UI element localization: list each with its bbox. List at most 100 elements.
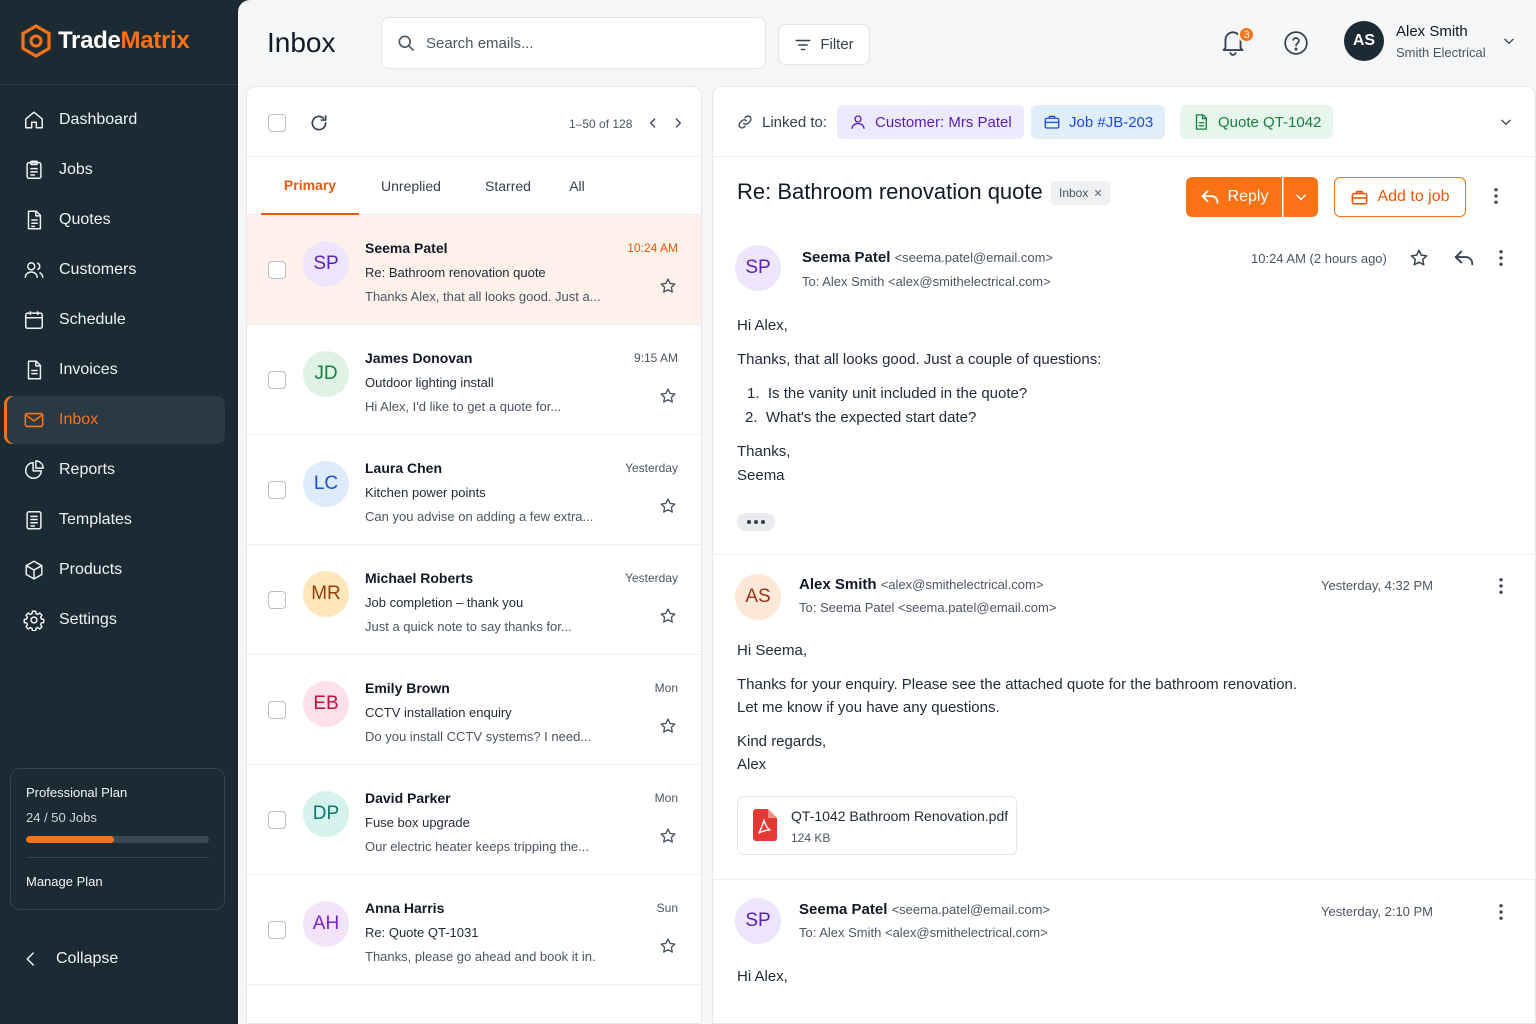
star-button[interactable]: [659, 937, 677, 955]
more-vertical-icon[interactable]: [1486, 186, 1506, 206]
filter-button[interactable]: Filter: [778, 24, 870, 65]
message-signoff: Kind regards,: [737, 733, 827, 750]
chip-label: Job #JB-203: [1069, 113, 1154, 131]
reply-message-button[interactable]: [1453, 248, 1475, 268]
tab-primary[interactable]: Primary: [261, 157, 359, 215]
row-checkbox[interactable]: [268, 481, 286, 499]
star-button[interactable]: [659, 717, 677, 735]
star-icon: [660, 718, 676, 733]
briefcase-icon: [1044, 115, 1060, 129]
sidebar-item-inbox[interactable]: Inbox: [4, 396, 225, 444]
email-list-item[interactable]: MR Michael Roberts Job completion – thank …: [247, 545, 701, 655]
star-button[interactable]: [1409, 248, 1429, 268]
collapse-button[interactable]: Collapse: [22, 950, 118, 968]
collapse-label: Collapse: [56, 950, 119, 967]
message-more-button[interactable]: [1491, 902, 1511, 922]
email-list-item[interactable]: JD James Donovan Outdoor lighting install H…: [247, 325, 701, 435]
message-time: Yesterday, 2:10 PM: [1321, 904, 1434, 919]
tab-starred[interactable]: Starred: [475, 157, 541, 215]
sidebar-item-schedule[interactable]: Schedule: [4, 296, 225, 344]
quote-chip[interactable]: Quote QT-1042: [1180, 105, 1334, 139]
star-button[interactable]: [659, 387, 677, 405]
row-checkbox[interactable]: [268, 591, 286, 609]
row-checkbox[interactable]: [268, 921, 286, 939]
sidebar-item-quotes[interactable]: Quotes: [4, 196, 225, 244]
sidebar-item-templates[interactable]: Templates: [4, 496, 225, 544]
more-vertical-icon: [1499, 904, 1503, 920]
row-checkbox[interactable]: [268, 701, 286, 719]
search-input[interactable]: [426, 34, 746, 52]
email-list-item[interactable]: AH Anna Harris Re: Quote QT-1031 Thanks, pl…: [247, 875, 701, 985]
select-all-checkbox[interactable]: [268, 114, 286, 132]
add-to-job-button[interactable]: Add to job: [1334, 177, 1466, 217]
row-checkbox[interactable]: [268, 811, 286, 829]
sidebar-item-dashboard[interactable]: Dashboard: [4, 96, 225, 144]
avatar: AS: [1344, 21, 1384, 61]
sidebar-item-settings[interactable]: Settings: [4, 596, 225, 644]
reply-label: Reply: [1227, 188, 1269, 205]
email-list-item[interactable]: DP David Parker Fuse box upgrade Our electr…: [247, 765, 701, 875]
message-signature: Seema: [737, 467, 785, 484]
email-time: Yesterday: [625, 571, 678, 585]
job-chip[interactable]: Job #JB-203: [1031, 105, 1166, 139]
notification-badge: 3: [1238, 26, 1255, 43]
show-trimmed-content-button[interactable]: [737, 513, 775, 531]
tab-unreplied[interactable]: Unreplied: [371, 157, 451, 215]
help-button[interactable]: [1283, 30, 1309, 56]
sender-name: Alex Smith: [799, 576, 877, 593]
avatar: EB: [303, 681, 349, 727]
star-icon: [660, 608, 676, 623]
row-checkbox[interactable]: [268, 371, 286, 389]
star-button[interactable]: [659, 277, 677, 295]
next-page-button[interactable]: [671, 115, 685, 131]
sidebar-item-products[interactable]: Products: [4, 546, 225, 594]
message-body: Hi Alex, Thanks, that all looks good. Ju…: [737, 317, 1101, 484]
row-checkbox[interactable]: [268, 261, 286, 279]
app-logo[interactable]: TradeMatrix: [20, 24, 190, 58]
star-icon: [660, 498, 676, 513]
reply-options-button[interactable]: [1283, 177, 1318, 217]
manage-plan-link[interactable]: Manage Plan: [26, 874, 209, 889]
email-subject: Kitchen power points: [365, 485, 486, 500]
reading-pane: Linked to: Customer: Mrs Patel Job #JB-2…: [712, 86, 1536, 1024]
refresh-button[interactable]: [309, 113, 329, 133]
label-text: Inbox: [1059, 186, 1089, 200]
more-vertical-icon: [1499, 578, 1503, 594]
filter-label: Filter: [820, 36, 854, 53]
sidebar-item-reports[interactable]: Reports: [4, 446, 225, 494]
attachment[interactable]: QT-1042 Bathroom Renovation.pdf 124 KB: [737, 796, 1017, 855]
chevron-down-icon[interactable]: [1499, 115, 1513, 129]
user-menu[interactable]: AS Alex Smith Smith Electrical: [1344, 21, 1516, 61]
mail-icon: [24, 412, 44, 428]
document-icon: [27, 210, 42, 230]
sidebar-item-invoices[interactable]: Invoices: [4, 346, 225, 394]
message-more-button[interactable]: [1491, 248, 1511, 268]
prev-page-button[interactable]: [646, 115, 660, 131]
chevron-down-icon: [1503, 38, 1514, 44]
sidebar-item-jobs[interactable]: Jobs: [4, 146, 225, 194]
sender-name: Seema Patel: [799, 901, 888, 918]
sidebar-item-label: Inbox: [59, 411, 99, 428]
search-box[interactable]: [381, 17, 766, 69]
email-list-item[interactable]: EB Emily Brown CCTV installation enquiry Do…: [247, 655, 701, 765]
reply-button[interactable]: Reply: [1186, 177, 1282, 217]
list-item: 2. What's the expected start date?: [745, 409, 977, 426]
tab-all[interactable]: All: [559, 157, 595, 215]
close-icon[interactable]: [1094, 189, 1102, 197]
message-to: To: Alex Smith <alex@smithelectrical.com…: [802, 274, 1051, 289]
star-button[interactable]: [659, 827, 677, 845]
email-list-item[interactable]: SP Seema Patel Re: Bathroom renovation quo…: [247, 215, 701, 325]
star-button[interactable]: [659, 497, 677, 515]
sidebar-item-customers[interactable]: Customers: [4, 246, 225, 294]
message-greeting: Hi Alex,: [737, 968, 788, 985]
star-button[interactable]: [659, 607, 677, 625]
list-toolbar: 1–50 of 128: [247, 87, 701, 157]
customer-chip[interactable]: Customer: Mrs Patel: [837, 105, 1024, 139]
message-more-button[interactable]: [1491, 576, 1511, 596]
reply-icon: [1454, 250, 1474, 266]
email-preview: Thanks, please go ahead and book it in.: [365, 949, 596, 964]
linked-records-bar: Linked to: Customer: Mrs Patel Job #JB-2…: [713, 87, 1535, 157]
search-icon: [398, 35, 414, 51]
pdf-icon: [753, 809, 777, 841]
email-list-item[interactable]: LC Laura Chen Kitchen power points Can you …: [247, 435, 701, 545]
